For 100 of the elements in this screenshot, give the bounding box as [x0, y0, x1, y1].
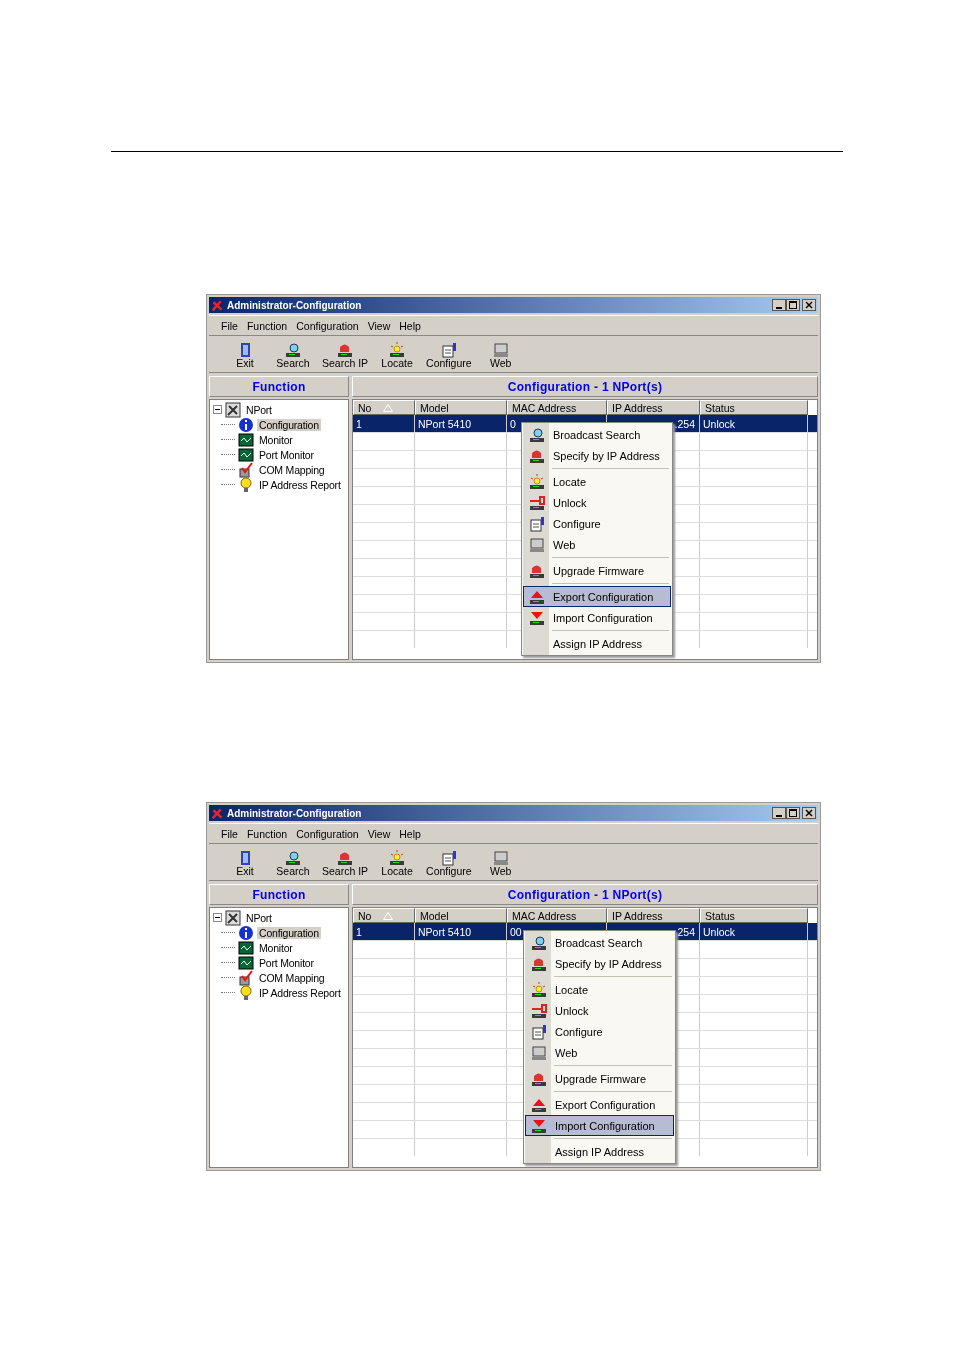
context-menu-item[interactable]: Export Configuration	[525, 1094, 674, 1115]
menu-item[interactable]: Configuration	[296, 319, 359, 332]
tree-item[interactable]: Configuration	[257, 418, 321, 431]
bulb-icon	[238, 984, 254, 1001]
sort-icon	[383, 911, 394, 920]
context-menu-item[interactable]: Assign IP Address	[525, 1141, 674, 1162]
tree-item[interactable]: IP Address Report	[257, 478, 343, 491]
panel-header: Function	[209, 376, 349, 397]
close-button[interactable]	[802, 299, 816, 311]
tree-item[interactable]: COM Mapping	[257, 971, 327, 984]
chart-icon	[238, 446, 254, 463]
menu-item[interactable]: View	[367, 319, 391, 332]
tree-item[interactable]: IP Address Report	[257, 986, 343, 999]
context-menu-item[interactable]: Export Configuration	[523, 586, 671, 607]
lamp-icon	[531, 981, 547, 998]
panel-header: Configuration - 1 NPort(s)	[352, 376, 818, 397]
column-header[interactable]: Status	[700, 908, 808, 923]
column-header[interactable]: IP Address	[607, 400, 700, 415]
menu-item[interactable]: Help	[399, 319, 421, 332]
context-menu-item[interactable]: Assign IP Address	[523, 633, 671, 654]
info-icon	[238, 924, 254, 941]
toolbar-button[interactable]: Search	[271, 849, 315, 877]
down-arrow-icon	[529, 609, 545, 626]
document-icon	[531, 1023, 547, 1040]
context-menu-item[interactable]: Specify by IP Address	[525, 953, 674, 974]
tree-item[interactable]: Monitor	[257, 941, 295, 954]
context-menu-item[interactable]: Import Configuration	[525, 1115, 674, 1136]
column-header[interactable]: MAC Address	[507, 400, 607, 415]
menu-item[interactable]: Function	[246, 319, 288, 332]
column-header[interactable]: No	[353, 400, 415, 415]
document-icon	[529, 515, 545, 532]
toolbar-button[interactable]: Exit	[223, 341, 267, 369]
menu-item[interactable]: File	[221, 319, 238, 332]
context-menu-item[interactable]: Unlock	[525, 1000, 674, 1021]
tree-item[interactable]: Port Monitor	[257, 448, 316, 461]
down-arrow-icon	[531, 1117, 547, 1134]
tree-item[interactable]: Monitor	[257, 433, 295, 446]
toolbar-button[interactable]: Web	[478, 849, 523, 877]
tree-item[interactable]: Configuration	[257, 926, 321, 939]
menu-item[interactable]: Function	[246, 827, 288, 840]
maximize-button[interactable]	[786, 807, 800, 819]
menu-item[interactable]: Help	[399, 827, 421, 840]
column-header[interactable]: Model	[415, 400, 507, 415]
maximize-button[interactable]	[786, 299, 800, 311]
collapse-icon[interactable]	[213, 405, 222, 414]
document-icon	[440, 849, 457, 866]
menu-item[interactable]: Configuration	[296, 827, 359, 840]
context-menu-item[interactable]: Locate	[523, 471, 671, 492]
context-menu-item[interactable]: Upgrade Firmware	[523, 560, 671, 581]
tree-item[interactable]: Port Monitor	[257, 956, 316, 969]
context-menu-item[interactable]: Upgrade Firmware	[525, 1068, 674, 1089]
column-header[interactable]: No	[353, 908, 415, 923]
table-cell: Unlock	[700, 923, 808, 940]
document-icon	[440, 341, 457, 358]
context-menu-item[interactable]: Unlock	[523, 492, 671, 513]
context-menu-item[interactable]: Locate	[525, 979, 674, 1000]
column-header[interactable]: IP Address	[607, 908, 700, 923]
context-menu-item[interactable]: Web	[525, 1042, 674, 1063]
tree-item[interactable]: COM Mapping	[257, 463, 327, 476]
toolbar-button[interactable]: Locate	[375, 849, 420, 877]
lamp-icon	[529, 473, 545, 490]
info-icon	[238, 416, 254, 433]
column-header[interactable]: Status	[700, 400, 808, 415]
minimize-button[interactable]	[772, 299, 786, 311]
sort-icon	[383, 403, 394, 412]
toolbar-button[interactable]: Search IP	[319, 849, 372, 877]
checkmark-icon	[238, 461, 254, 478]
window-title: Administrator-Configuration	[227, 299, 362, 311]
toolbar-button[interactable]: Search	[271, 341, 315, 369]
context-menu-item[interactable]: Web	[523, 534, 671, 555]
context-menu-item[interactable]: Configure	[523, 513, 671, 534]
tree-item[interactable]: NPort	[244, 911, 274, 924]
toolbar-button[interactable]: Configure	[423, 849, 475, 877]
monitor-icon	[492, 849, 509, 866]
toolbar-button[interactable]: Exit	[223, 849, 267, 877]
table-cell: NPort 5410	[415, 923, 507, 940]
collapse-icon[interactable]	[213, 913, 222, 922]
menu-item[interactable]: View	[367, 827, 391, 840]
toolbar-button[interactable]: Locate	[375, 341, 420, 369]
chart-icon	[238, 954, 254, 971]
column-header[interactable]: Model	[415, 908, 507, 923]
column-header[interactable]: MAC Address	[507, 908, 607, 923]
lamp-icon	[389, 341, 406, 358]
toolbar-button[interactable]: Web	[478, 341, 523, 369]
monitor-icon	[531, 1044, 547, 1061]
table-cell: NPort 5410	[415, 415, 507, 432]
menu-item[interactable]: File	[221, 827, 238, 840]
close-button[interactable]	[802, 807, 816, 819]
context-menu-item[interactable]: Import Configuration	[523, 607, 671, 628]
panel-header: Configuration - 1 NPort(s)	[352, 884, 818, 905]
context-menu-item[interactable]: Configure	[525, 1021, 674, 1042]
chart-icon	[238, 939, 254, 956]
key-icon	[529, 494, 545, 511]
minimize-button[interactable]	[772, 807, 786, 819]
tree-item[interactable]: NPort	[244, 403, 274, 416]
key-icon	[531, 1002, 547, 1019]
toolbar-button[interactable]: Configure	[423, 341, 475, 369]
toolbar-button[interactable]: Search IP	[319, 341, 372, 369]
context-menu-item[interactable]: Specify by IP Address	[523, 445, 671, 466]
table-cell: 1	[353, 923, 415, 940]
